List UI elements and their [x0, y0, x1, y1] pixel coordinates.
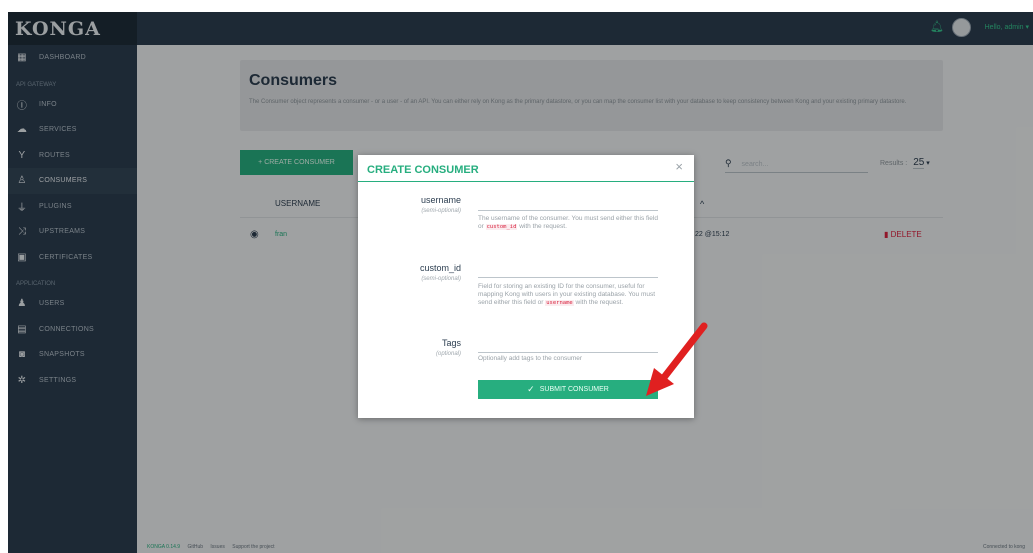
help-code: username	[545, 300, 574, 306]
field-hint: (semi-optional)	[421, 208, 461, 214]
help-text: with the request.	[519, 223, 567, 230]
field-hint: (semi-optional)	[421, 276, 461, 282]
username-help: The username of the consumer. You must s…	[478, 215, 658, 231]
app-window: KONGA ▦ DASHBOARD API GATEWAY ⓘ INFO ☁ S…	[8, 12, 1033, 553]
close-icon[interactable]: ×	[675, 159, 683, 174]
field-name: username	[420, 195, 461, 205]
field-hint: (optional)	[435, 351, 461, 357]
help-code: custom_id	[485, 224, 518, 230]
tags-field[interactable]	[478, 341, 658, 353]
field-name: custom_id	[419, 263, 461, 273]
tags-help: Optionally add tags to the consumer	[478, 355, 583, 362]
username-label: username (semi-optional)	[421, 195, 461, 214]
custom-id-help: Field for storing an existing ID for the…	[478, 283, 658, 307]
username-field[interactable]	[478, 199, 658, 211]
custom-id-label: custom_id (semi-optional)	[420, 263, 461, 282]
title-divider	[358, 181, 694, 182]
field-name: Tags	[441, 338, 461, 348]
submit-label: SUBMIT CONSUMER	[539, 386, 609, 393]
check-icon: ✓	[527, 384, 535, 394]
tags-label: Tags (optional)	[436, 338, 461, 357]
help-text: with the request.	[575, 299, 624, 306]
custom-id-field[interactable]	[478, 266, 658, 278]
arrow-annotation-icon	[646, 322, 708, 396]
submit-consumer-button[interactable]: ✓ SUBMIT CONSUMER	[478, 380, 658, 399]
dialog-title: CREATE CONSUMER	[367, 164, 479, 176]
